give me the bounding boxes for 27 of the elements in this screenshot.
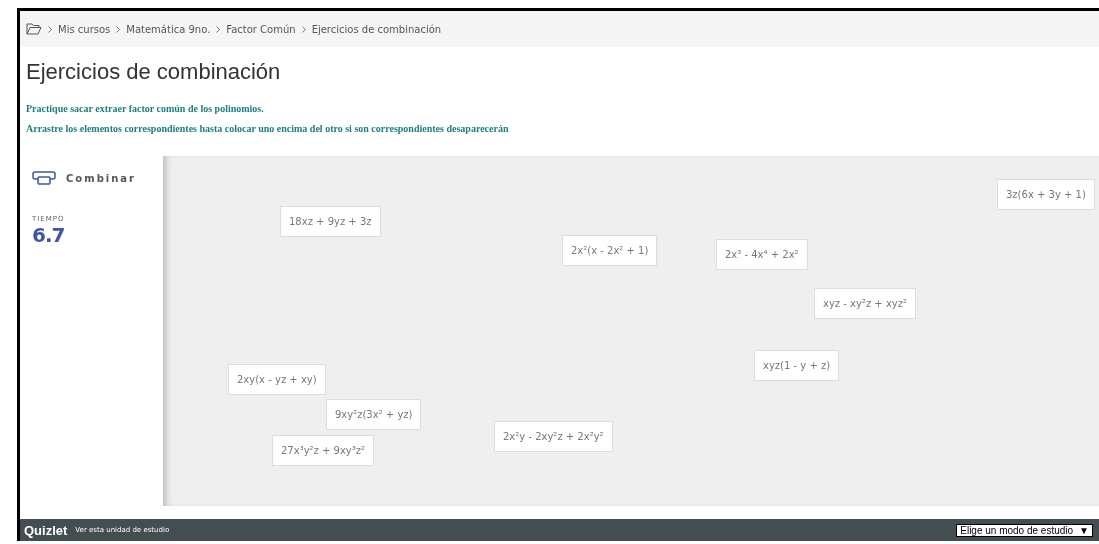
mode-icon — [32, 171, 56, 185]
match-card[interactable]: xyz - xy²z + xyz² — [814, 288, 916, 319]
page-title: Ejercicios de combinación — [26, 59, 282, 85]
chevron-icon — [216, 25, 221, 33]
match-card[interactable]: 2x²y - 2xy²z + 2x²y² — [494, 421, 613, 452]
breadcrumb-link[interactable]: Factor Común — [226, 23, 296, 35]
match-card[interactable]: 3z(6x + 3y + 1) — [997, 179, 1095, 210]
chevron-icon — [301, 25, 306, 33]
match-card[interactable]: 2x³ - 4x⁴ + 2x² — [716, 239, 808, 270]
instruction-text: Arrastre los elementos correspondientes hasta colocar uno encima del otro si son correspondientes desaparecerán — [26, 123, 510, 134]
timer-value: 6.7 — [32, 223, 66, 247]
instruction-text: Practique sacar extraer factor común de los polinomios. — [26, 103, 265, 114]
match-card[interactable]: 27x³y²z + 9xy³z² — [272, 435, 375, 466]
chevron-icon — [48, 25, 52, 33]
match-card[interactable]: 2x²(x - 2x² + 1) — [562, 235, 658, 266]
match-card[interactable]: 18xz + 9yz + 3z — [280, 206, 381, 237]
chevron-icon — [116, 25, 121, 33]
match-card[interactable]: xyz(1 - y + z) — [754, 350, 840, 381]
breadcrumb-link[interactable]: Matemática 9no. — [126, 23, 211, 35]
breadcrumb-link[interactable]: Mis cursos — [58, 23, 111, 35]
folder-icon[interactable] — [26, 23, 42, 35]
mode-label: Combinar — [66, 172, 136, 184]
match-card[interactable]: 2xy(x - yz + xy) — [228, 364, 326, 395]
breadcrumb-link[interactable]: Ejercicios de combinación — [311, 23, 442, 35]
match-card[interactable]: 9xy²z(3x² + yz) — [326, 399, 422, 430]
study-mode-select[interactable]: Elige un modo de estudio ▼ — [956, 523, 1093, 537]
quizlet-logo[interactable]: Quizlet — [24, 522, 68, 538]
